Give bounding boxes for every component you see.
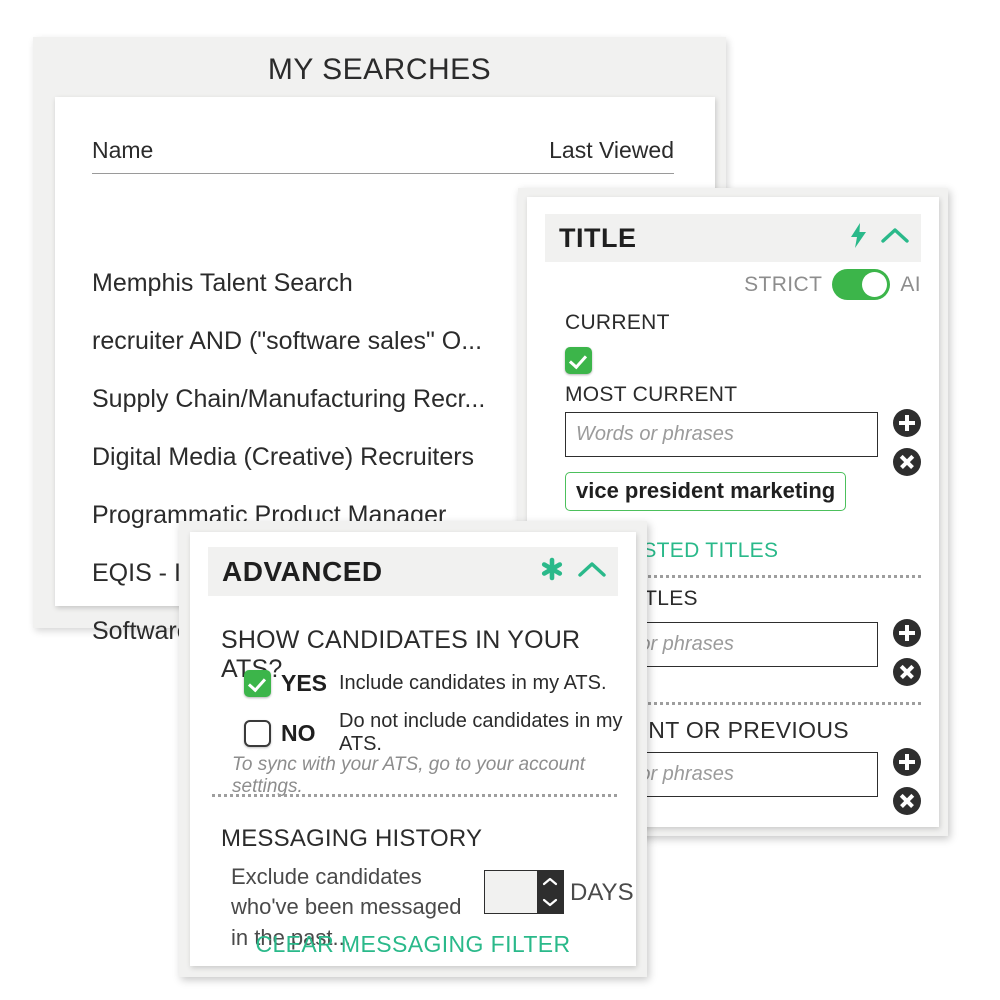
strict-label: STRICT [744,272,823,296]
ats-sync-note: To sync with your ATS, go to your accoun… [232,754,586,797]
title-panel-header: TITLE [545,214,921,262]
ats-option-yes[interactable]: YES Include candidates in my ATS. [244,670,607,697]
advanced-filter-card: ADVANCED SHOW CANDIDATES IN YOUR ATS? YE… [179,521,647,977]
days-label: DAYS [570,879,634,906]
page-title: MY SEARCHES [267,53,492,86]
no-description: Do not include candidates in my ATS. [339,710,623,755]
screenshot-root: MY SEARCHES Name Last Viewed Memphis Tal… [0,0,1000,1000]
x-circle-icon[interactable] [893,787,921,815]
yes-label: YES [281,670,328,696]
current-label: CURRENT [565,311,670,334]
advanced-panel-heading: ADVANCED [222,555,383,587]
advanced-panel-header: ADVANCED [208,547,618,596]
strict-ai-toggle[interactable] [832,269,891,300]
title-panel-heading: TITLE [559,222,637,253]
chevron-up-icon[interactable] [537,871,563,892]
chevron-down-icon[interactable] [537,892,563,913]
yes-description: Include candidates in my ATS. [339,672,607,694]
chevron-up-icon[interactable] [578,561,606,583]
strict-ai-toggle-row: STRICT AI [545,269,921,300]
ats-option-no[interactable]: NO Do not include candidates in my ATS. [244,710,636,756]
x-circle-icon[interactable] [893,448,921,476]
days-input[interactable] [485,871,537,913]
no-label: NO [281,719,316,746]
table-header: Name Last Viewed [92,137,674,174]
days-stepper[interactable] [484,870,564,914]
current-checkbox[interactable] [565,347,592,374]
title-header-icons [850,223,909,253]
column-header-last-viewed: Last Viewed [549,137,674,163]
chevron-up-icon[interactable] [881,227,909,249]
divider [212,794,617,797]
column-header-name: Name [92,137,154,163]
no-checkbox[interactable] [244,719,271,747]
most-current-input[interactable] [565,412,878,457]
ai-label: AI [900,272,921,296]
plus-circle-icon[interactable] [893,409,921,437]
advanced-filter-panel: ADVANCED SHOW CANDIDATES IN YOUR ATS? YE… [190,532,636,966]
stepper-buttons [537,871,563,913]
toggle-knob [862,272,888,297]
advanced-header-icons [540,557,606,586]
clear-messaging-filter-link[interactable]: CLEAR MESSAGING FILTER [190,931,636,958]
x-circle-icon[interactable] [893,658,921,686]
most-current-label: MOST CURRENT [565,383,738,406]
asterisk-icon[interactable] [540,557,564,586]
plus-circle-icon[interactable] [893,619,921,647]
messaging-history-title: MESSAGING HISTORY [221,825,483,852]
lightning-bolt-icon[interactable] [850,223,867,253]
yes-checkbox[interactable] [244,670,271,697]
title-tag[interactable]: vice president marketing [565,472,847,511]
plus-circle-icon[interactable] [893,748,921,776]
